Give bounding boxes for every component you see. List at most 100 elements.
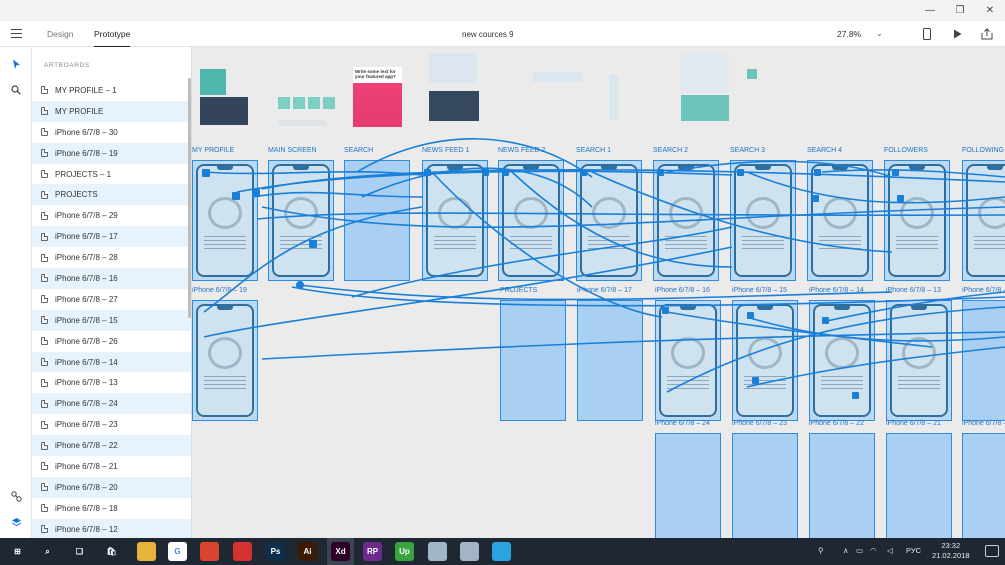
select-arrow-icon[interactable] (9, 57, 23, 71)
artboard-label[interactable]: iPhone 6/7/8 – 19 (962, 287, 1005, 294)
task-view-icon[interactable]: ❑ (70, 542, 89, 561)
artboard-label[interactable]: SEARCH 1 (576, 147, 611, 154)
thumbnail-artboard[interactable] (278, 120, 326, 126)
thumbnail-artboard[interactable] (323, 97, 335, 109)
artboard-list-item[interactable]: MY PROFILE – 1 (32, 80, 191, 101)
thumbnail-artboard[interactable] (533, 72, 583, 82)
artboard-label[interactable]: iPhone 6/7/8 – 16 (655, 287, 710, 294)
artboard-label[interactable]: iPhone 6/7/8 – 24 (655, 420, 710, 427)
tab-prototype[interactable]: Prototype (94, 29, 131, 48)
chevron-up-icon[interactable]: ∧ (843, 546, 849, 555)
misc-app-icon[interactable] (428, 542, 447, 561)
artboard-label[interactable]: MAIN SCREEN (268, 147, 317, 154)
minimize-button[interactable]: — (915, 0, 945, 21)
thumbnail-artboard[interactable] (681, 95, 729, 121)
rp-icon[interactable]: RP (363, 542, 382, 561)
artboard-label[interactable]: NEWS FEED 2 (498, 147, 545, 154)
artboard[interactable] (886, 300, 952, 421)
photoshop-icon[interactable]: Ps (266, 542, 285, 561)
thumbnail-artboard[interactable] (278, 97, 290, 109)
artboard[interactable] (730, 160, 796, 281)
artboard[interactable] (732, 433, 798, 538)
telegram-icon[interactable] (492, 542, 511, 561)
thumbnail-artboard[interactable] (308, 97, 320, 109)
artboard-list-item[interactable]: iPhone 6/7/8 – 14 (32, 351, 191, 373)
artboard[interactable] (422, 160, 488, 281)
link-icon[interactable] (9, 489, 23, 503)
artboard-label[interactable]: SEARCH (344, 147, 373, 154)
artboard-label[interactable]: iPhone 6/7/8 – 23 (732, 420, 787, 427)
artboard[interactable] (653, 160, 719, 281)
artboard[interactable] (884, 160, 950, 281)
promo-artboard[interactable]: Write some text for your featured app? (353, 67, 402, 127)
artboard-label[interactable]: SEARCH 4 (807, 147, 842, 154)
artboard-label[interactable]: SEARCH 3 (730, 147, 765, 154)
maximize-button[interactable]: ❐ (945, 0, 975, 21)
artboard-label[interactable]: iPhone 6/7/8 – 19 (192, 287, 247, 294)
volume-icon[interactable]: ◁ (887, 546, 893, 555)
hamburger-menu-icon[interactable] (11, 29, 22, 38)
search-icon[interactable] (9, 83, 23, 97)
search-icon[interactable]: ⌕ (38, 542, 57, 561)
artboard[interactable] (576, 160, 642, 281)
design-canvas[interactable]: Write some text for your featured app? M… (192, 47, 1005, 538)
artboard-list-item[interactable]: iPhone 6/7/8 – 19 (32, 142, 191, 164)
artboard-list-item[interactable]: iPhone 6/7/8 – 28 (32, 247, 191, 268)
artboard-list-item[interactable]: iPhone 6/7/8 – 26 (32, 331, 191, 352)
thumbnail-artboard[interactable] (609, 75, 618, 120)
artboard-list-item[interactable]: iPhone 6/7/8 – 20 (32, 476, 191, 498)
share-icon[interactable] (980, 27, 994, 41)
artboard[interactable] (809, 300, 875, 421)
artboard-list-item[interactable]: iPhone 6/7/8 – 23 (32, 414, 191, 435)
artboard-label[interactable]: iPhone 6/7/8 – 17 (577, 287, 632, 294)
artboard[interactable] (886, 433, 952, 538)
tab-design[interactable]: Design (47, 29, 73, 39)
artboard[interactable] (498, 160, 564, 281)
artboard-label[interactable]: PROJECTS (500, 287, 537, 294)
chevron-down-icon[interactable]: ⌄ (876, 29, 883, 38)
panel-scrollbar[interactable] (188, 78, 191, 318)
play-icon[interactable] (950, 27, 964, 41)
store-icon[interactable]: 🛍 (102, 542, 121, 561)
artboard[interactable] (807, 160, 873, 281)
thumbnail-artboard[interactable] (681, 53, 729, 93)
artboard[interactable] (192, 300, 258, 421)
file-explorer-icon[interactable] (137, 542, 156, 561)
clock[interactable]: 23:32 21.02.2018 (932, 541, 970, 561)
artboard-list-item[interactable]: iPhone 6/7/8 – 30 (32, 122, 191, 143)
upwork-icon[interactable]: Up (395, 542, 414, 561)
artboard-list-item[interactable]: PROJECTS (32, 184, 191, 206)
google-icon[interactable]: G (168, 542, 187, 561)
artboard-list-item[interactable]: iPhone 6/7/8 – 18 (32, 498, 191, 519)
artboard[interactable] (962, 160, 1005, 281)
mobile-preview-icon[interactable] (920, 27, 934, 41)
artboard[interactable] (268, 160, 334, 281)
artboard-list-item[interactable]: iPhone 6/7/8 – 16 (32, 268, 191, 289)
language-indicator[interactable]: РУС (906, 546, 921, 555)
xd-icon[interactable]: Xd (331, 542, 350, 561)
artboard-list-item[interactable]: iPhone 6/7/8 – 24 (32, 393, 191, 415)
artboard[interactable] (500, 300, 566, 421)
chrome-icon[interactable] (200, 542, 219, 561)
artboard-label[interactable]: FOLLOWERS (884, 147, 928, 154)
artboard-label[interactable]: NEWS FEED 1 (422, 147, 469, 154)
artboard[interactable] (577, 300, 643, 421)
artboard-list-item[interactable]: MY PROFILE (32, 100, 191, 122)
zoom-level[interactable]: 27.8% (837, 29, 861, 39)
artboard-list-item[interactable]: iPhone 6/7/8 – 12 (32, 518, 191, 538)
thumbnail-artboard[interactable] (747, 69, 757, 79)
creative-cloud-icon[interactable] (233, 542, 252, 561)
artboard-list-item[interactable]: PROJECTS – 1 (32, 164, 191, 185)
artboard-label[interactable]: iPhone 6/7/8 – 15 (732, 287, 787, 294)
thumbnail-artboard[interactable] (429, 91, 479, 121)
layers-icon[interactable] (9, 515, 23, 529)
thumbnail-artboard[interactable] (200, 69, 226, 95)
artboard-list-item[interactable]: iPhone 6/7/8 – 29 (32, 205, 191, 226)
thumbnail-artboard[interactable] (200, 97, 248, 125)
wifi-icon[interactable]: ◠ (870, 546, 877, 555)
artboard-label[interactable]: FOLLOWING (962, 147, 1004, 154)
artboard-list-item[interactable]: iPhone 6/7/8 – 27 (32, 289, 191, 310)
network-icon[interactable]: ▭ (856, 546, 863, 555)
artboard[interactable] (732, 300, 798, 421)
artboard-list-item[interactable]: iPhone 6/7/8 – 13 (32, 372, 191, 393)
